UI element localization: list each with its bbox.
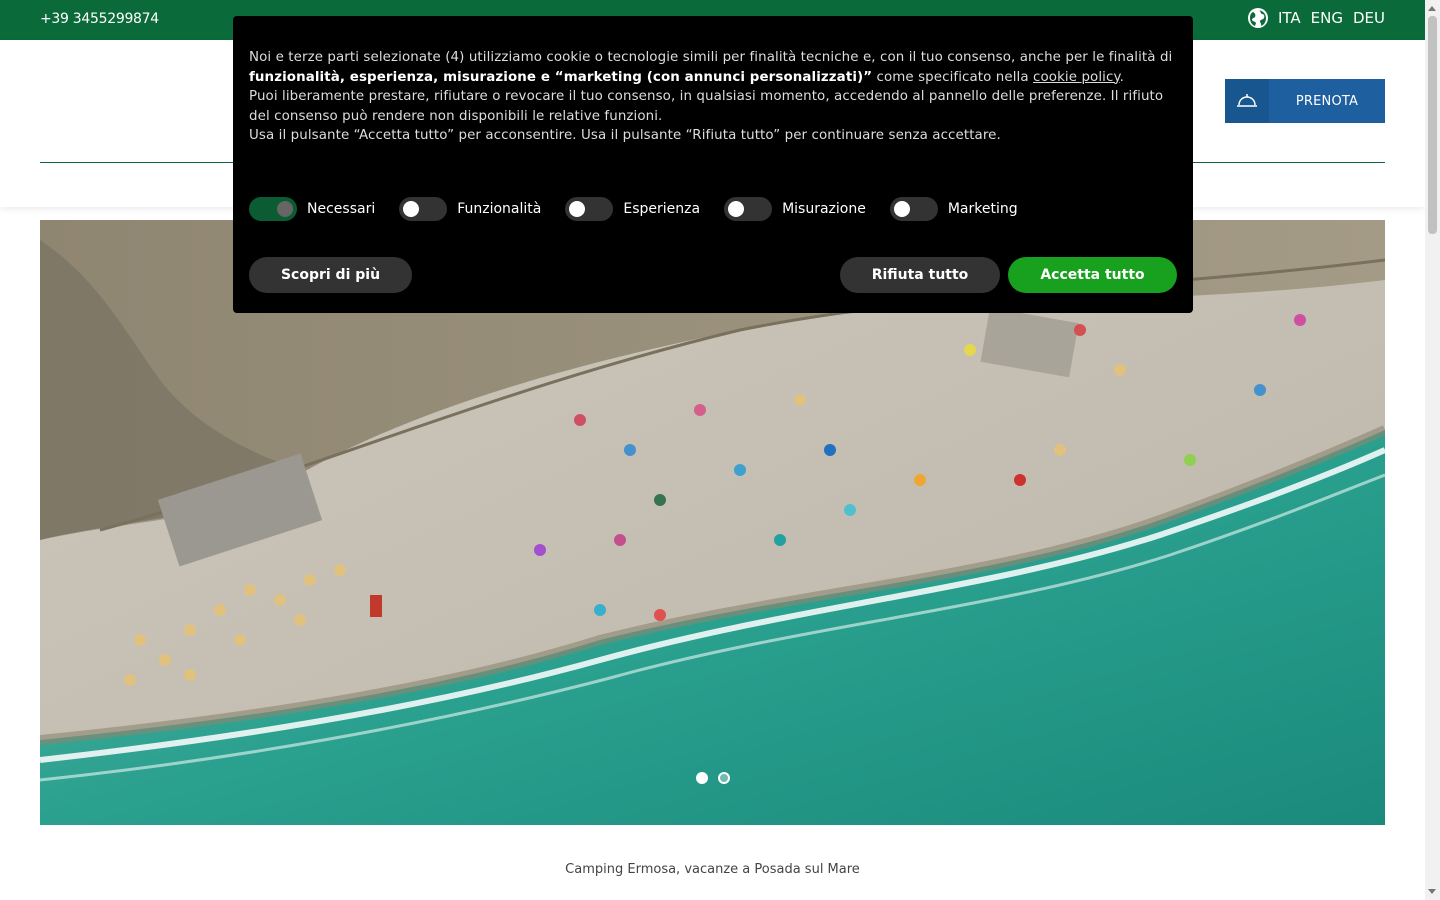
cookie-toggles: Necessari Funzionalità Esperienza Misura… (249, 197, 1042, 221)
cookie-policy-link[interactable]: cookie policy (1033, 70, 1120, 85)
switch-necessari[interactable] (249, 197, 297, 221)
phone-number[interactable]: +39 3455299874 (40, 11, 159, 27)
language-switcher: ITA ENG DEU (1247, 8, 1385, 28)
globe-icon (1247, 8, 1268, 28)
scrollbar-thumb[interactable] (1428, 16, 1437, 234)
toggle-label-misurazione: Misurazione (782, 201, 866, 217)
toggle-misurazione: Misurazione (724, 197, 866, 221)
lang-eng[interactable]: ENG (1311, 9, 1343, 27)
cookie-text: Noi e terze parti selezionate (4) utiliz… (249, 48, 1177, 146)
cookie-intro-text: Noi e terze parti selezionate (4) utiliz… (249, 50, 1173, 65)
book-button[interactable]: PRENOTA (1225, 79, 1385, 123)
cookie-paragraph-1: Noi e terze parti selezionate (4) utiliz… (249, 48, 1177, 87)
switch-marketing[interactable] (889, 197, 938, 221)
slider-dot-2[interactable] (718, 772, 730, 784)
reception-bell-icon (1225, 79, 1269, 123)
page-scrollbar[interactable] (1425, 0, 1440, 900)
learn-more-button[interactable]: Scopri di più (249, 257, 412, 293)
cookie-paragraph-3: Usa il pulsante “Accetta tutto” per acco… (249, 128, 1001, 143)
cookie-intro-period: . (1119, 69, 1124, 85)
cookie-paragraph-2: Puoi liberamente prestare, rifiutare o r… (249, 89, 1164, 124)
switch-esperienza[interactable] (565, 197, 614, 221)
scroll-up-arrow-icon[interactable] (1428, 6, 1436, 11)
cookie-consent-banner: Noi e terze parti selezionate (4) utiliz… (233, 16, 1193, 313)
toggle-label-funzionalita: Funzionalità (457, 201, 542, 217)
slider-dot-1[interactable] (696, 772, 708, 784)
lang-ita[interactable]: ITA (1278, 9, 1301, 27)
reject-all-button[interactable]: Rifiuta tutto (840, 257, 1000, 293)
toggle-label-marketing: Marketing (947, 201, 1018, 217)
slider-dots (696, 772, 730, 784)
switch-misurazione[interactable] (724, 197, 773, 221)
toggle-label-esperienza: Esperienza (623, 201, 701, 217)
toggle-esperienza: Esperienza (565, 197, 700, 221)
page-caption: Camping Ermosa, vacanze a Posada sul Mar… (565, 862, 860, 877)
book-button-label: PRENOTA (1295, 93, 1359, 109)
accept-all-button[interactable]: Accetta tutto (1008, 257, 1177, 293)
toggle-label-necessari: Necessari (307, 201, 376, 217)
toggle-funzionalita: Funzionalità (399, 197, 541, 221)
scroll-down-arrow-icon[interactable] (1428, 889, 1436, 894)
toggle-necessari: Necessari (249, 197, 375, 221)
switch-funzionalita[interactable] (399, 197, 448, 221)
lang-deu[interactable]: DEU (1353, 9, 1385, 27)
toggle-marketing: Marketing (889, 197, 1018, 221)
cookie-intro-text-2: come specificato nella (872, 69, 1034, 85)
cookie-purposes-text: funzionalità, esperienza, misurazione e … (249, 69, 873, 85)
